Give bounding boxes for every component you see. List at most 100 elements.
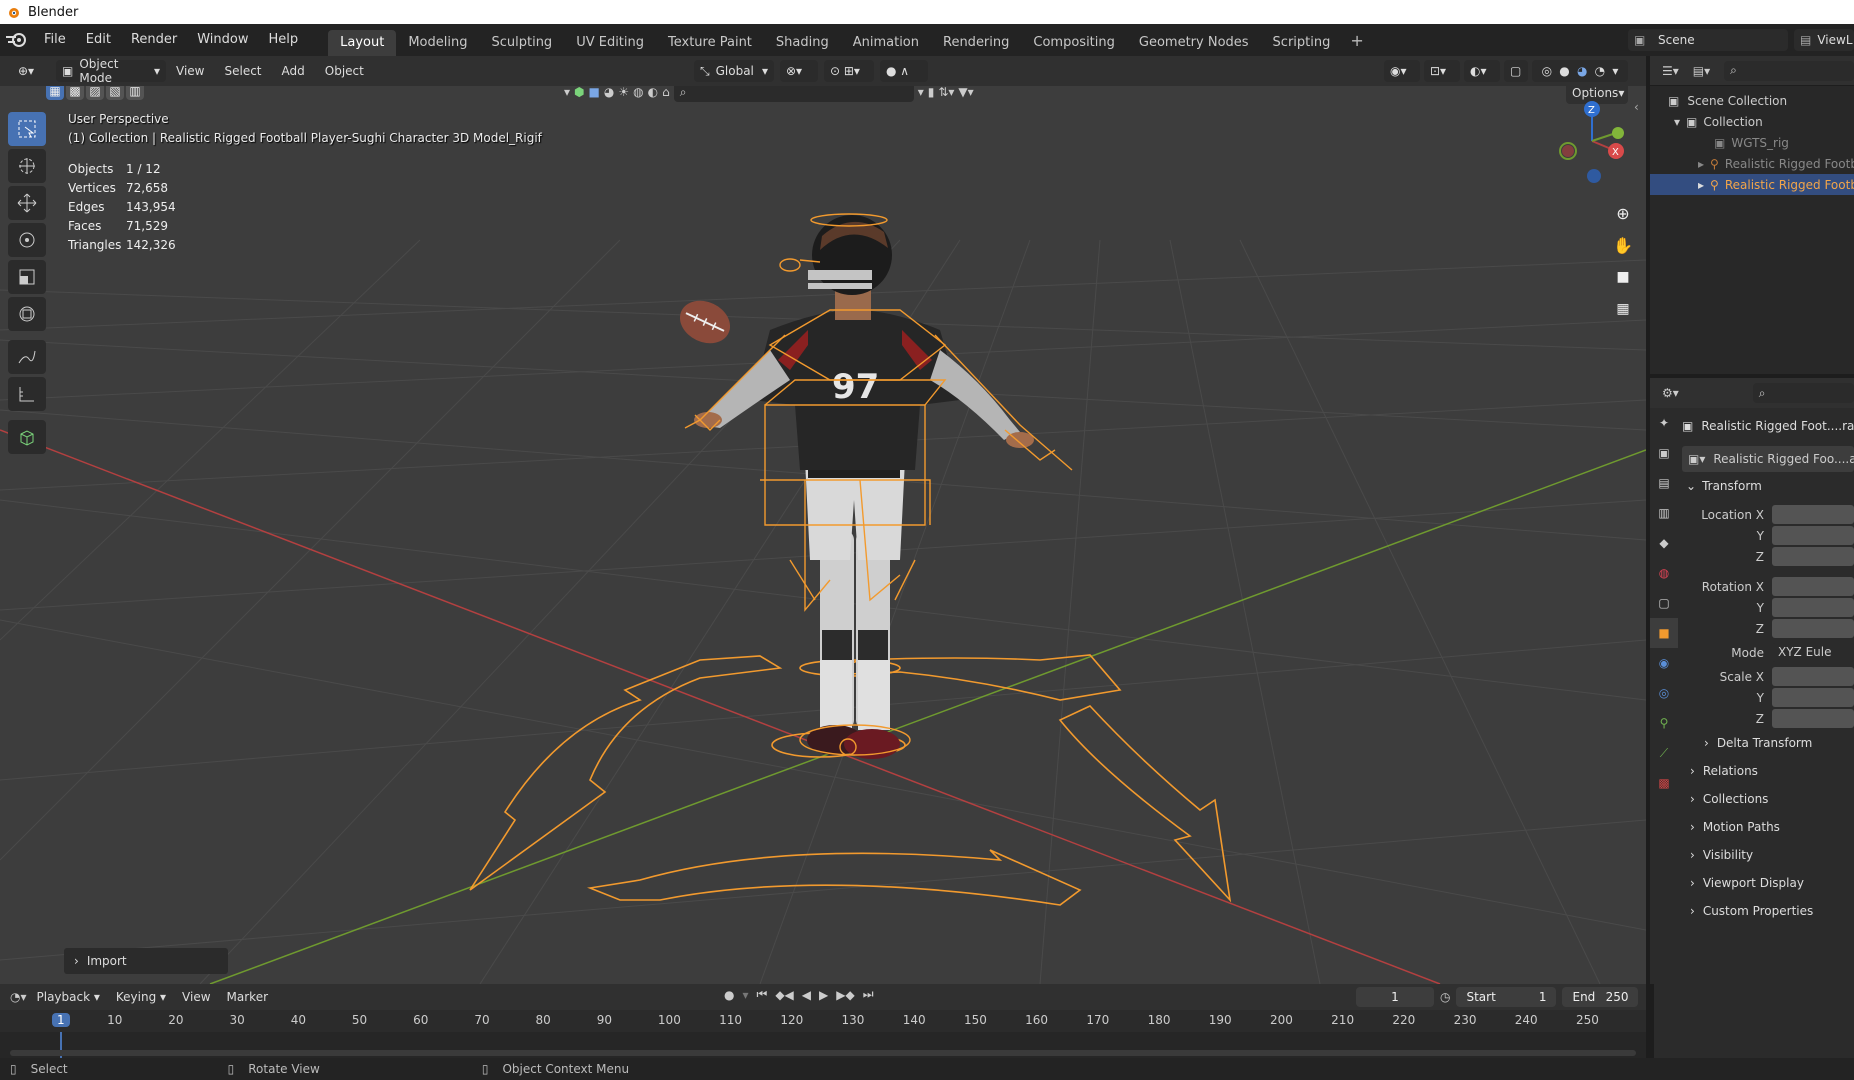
properties-search-input[interactable]: ⌕: [1752, 383, 1854, 403]
menu-view[interactable]: View: [166, 55, 214, 87]
viewport-search-input[interactable]: ⌕: [673, 86, 914, 102]
tab-compositing[interactable]: Compositing: [1021, 30, 1127, 56]
menu-render[interactable]: Render: [121, 24, 187, 56]
tab-scripting[interactable]: Scripting: [1261, 30, 1343, 56]
world-icon[interactable]: ◍: [633, 86, 643, 99]
current-frame-field[interactable]: 1: [1356, 987, 1434, 1007]
navigation-gizmo[interactable]: Z X: [1550, 96, 1630, 186]
ortho-grid-icon[interactable]: ▦: [1610, 296, 1636, 322]
select-new-icon[interactable]: ▦: [46, 86, 64, 100]
end-frame-field[interactable]: End 250: [1562, 987, 1639, 1007]
physics-tab-icon[interactable]: ◎: [1650, 678, 1678, 708]
play-reverse-icon[interactable]: ◀: [802, 988, 811, 1002]
chevron-down-icon[interactable]: ▾: [918, 86, 924, 99]
collapse-arrow-icon[interactable]: ▾: [564, 86, 570, 99]
expand-arrow-icon[interactable]: ▾: [1674, 115, 1680, 129]
outliner-rig-object[interactable]: ▸ ⚲ Realistic Rigged Footba: [1650, 153, 1854, 174]
last-operator-panel[interactable]: › Import: [64, 948, 228, 974]
light-icon[interactable]: ☀: [618, 86, 629, 99]
object-data-row[interactable]: ▣▾ Realistic Rigged Foo....ac: [1682, 446, 1854, 472]
mesh-icon[interactable]: ◕: [604, 86, 614, 99]
scene-selector[interactable]: ▣ Scene: [1628, 29, 1788, 51]
rotation-mode-dropdown[interactable]: XYZ Eule: [1772, 643, 1854, 662]
tab-uv-editing[interactable]: UV Editing: [564, 30, 656, 56]
menu-add[interactable]: Add: [272, 55, 315, 87]
annotate-tool[interactable]: [8, 340, 46, 374]
add-cube-tool[interactable]: [8, 420, 46, 454]
texture-tab-icon[interactable]: ▩: [1650, 768, 1678, 798]
sidebar-toggle-icon[interactable]: ‹: [1634, 100, 1639, 114]
timeline-scrollbar[interactable]: [10, 1050, 1636, 1056]
panel-custom-properties[interactable]: › Custom Properties: [1682, 897, 1854, 925]
xray-toggle[interactable]: ▢: [1504, 60, 1528, 82]
playback-menu[interactable]: Playback ▾: [31, 984, 106, 1010]
transform-tool[interactable]: [8, 297, 46, 331]
rendered-shading-icon[interactable]: ◔: [1595, 64, 1605, 78]
collection-color-icon[interactable]: ⬢: [574, 86, 584, 99]
scene-tab-icon[interactable]: ◆: [1650, 528, 1678, 558]
timeline-editor-icon[interactable]: ◔▾: [10, 990, 27, 1004]
rotation-y-field[interactable]: [1772, 598, 1854, 617]
outliner-selected-object[interactable]: ▸ ⚲ Realistic Rigged Footba: [1650, 174, 1854, 195]
bone-tab-icon[interactable]: ⟋: [1650, 738, 1678, 768]
next-keyframe-icon[interactable]: ▶◆: [836, 988, 854, 1002]
outliner-editor-icon[interactable]: ☰▾: [1662, 64, 1679, 78]
render-tab-icon[interactable]: ▣: [1650, 438, 1678, 468]
object-type-icon[interactable]: ■: [589, 86, 600, 99]
panel-delta-transform[interactable]: › Delta Transform: [1682, 729, 1854, 757]
add-workspace-icon[interactable]: +: [1342, 31, 1371, 50]
panel-viewport-display[interactable]: › Viewport Display: [1682, 869, 1854, 897]
tab-rendering[interactable]: Rendering: [931, 30, 1021, 56]
shading-modes[interactable]: ◎ ● ◕ ◔ ▾: [1532, 60, 1628, 82]
jump-start-icon[interactable]: ⏮: [757, 987, 768, 1002]
camera-view-icon[interactable]: ■: [1610, 264, 1636, 290]
play-icon[interactable]: ▶: [819, 988, 828, 1002]
cursor-tool[interactable]: [8, 149, 46, 183]
outliner-wgts-rig[interactable]: ▣ WGTS_rig: [1650, 132, 1854, 153]
scale-z-field[interactable]: [1772, 709, 1854, 728]
select-difference-icon[interactable]: ▧: [106, 86, 124, 100]
bookmark-icon[interactable]: ▮: [928, 86, 935, 99]
chevron-down-icon[interactable]: ▾: [742, 988, 748, 1002]
location-y-field[interactable]: [1772, 526, 1854, 545]
editor-type-icon[interactable]: ⊕▾: [12, 60, 46, 82]
select-extend-icon[interactable]: ▩: [66, 86, 84, 100]
location-x-field[interactable]: [1772, 505, 1854, 524]
orientation-selector[interactable]: ⤡ Global ▾: [694, 60, 774, 82]
clock-icon[interactable]: ◷: [1440, 990, 1450, 1004]
panel-visibility[interactable]: › Visibility: [1682, 841, 1854, 869]
properties-editor-icon[interactable]: ⚙▾: [1662, 386, 1679, 400]
pivot-selector[interactable]: ⊗▾: [780, 60, 818, 82]
record-icon[interactable]: ●: [724, 988, 734, 1002]
material-shading-icon[interactable]: ◕: [1577, 64, 1587, 78]
object-tab-icon[interactable]: ■: [1650, 618, 1678, 648]
outliner-collection[interactable]: ▾ ▣ Collection: [1650, 111, 1854, 132]
outliner-scene-collection[interactable]: ▣ Scene Collection: [1650, 90, 1854, 111]
panel-motion-paths[interactable]: › Motion Paths: [1682, 813, 1854, 841]
football-player-model[interactable]: 97: [694, 215, 1034, 759]
scale-y-field[interactable]: [1772, 688, 1854, 707]
measure-tool[interactable]: [8, 377, 46, 411]
timeline-track[interactable]: [0, 1032, 1646, 1058]
tab-layout[interactable]: Layout: [328, 30, 397, 56]
view-layer-selector[interactable]: ▤ ViewL: [1794, 29, 1854, 51]
object-name-row[interactable]: ▣ Realistic Rigged Foot....ract: [1682, 414, 1854, 438]
zoom-icon[interactable]: ⊕: [1610, 200, 1636, 226]
menu-file[interactable]: File: [34, 24, 76, 56]
display-mode-icon[interactable]: ▤▾: [1693, 64, 1710, 78]
expand-arrow-icon[interactable]: ▸: [1698, 157, 1704, 171]
collection-tab-icon[interactable]: ▢: [1650, 588, 1678, 618]
snap-toggle[interactable]: ⊙ ⊞▾: [824, 60, 874, 82]
overlay-toggle[interactable]: ◐▾: [1464, 60, 1500, 82]
menu-select[interactable]: Select: [214, 55, 271, 87]
filter-icon[interactable]: ▼▾: [958, 86, 973, 99]
solid-shading-icon[interactable]: ●: [1559, 64, 1569, 78]
modifier-tab-icon[interactable]: ◉: [1650, 648, 1678, 678]
tab-texture-paint[interactable]: Texture Paint: [656, 30, 764, 56]
select-box-tool[interactable]: [8, 112, 46, 146]
scale-x-field[interactable]: [1772, 667, 1854, 686]
armature-filter-icon[interactable]: ⌂: [662, 86, 670, 99]
tab-geometry-nodes[interactable]: Geometry Nodes: [1127, 30, 1261, 56]
menu-edit[interactable]: Edit: [76, 24, 121, 56]
visibility-selector[interactable]: ◉▾: [1384, 60, 1420, 82]
